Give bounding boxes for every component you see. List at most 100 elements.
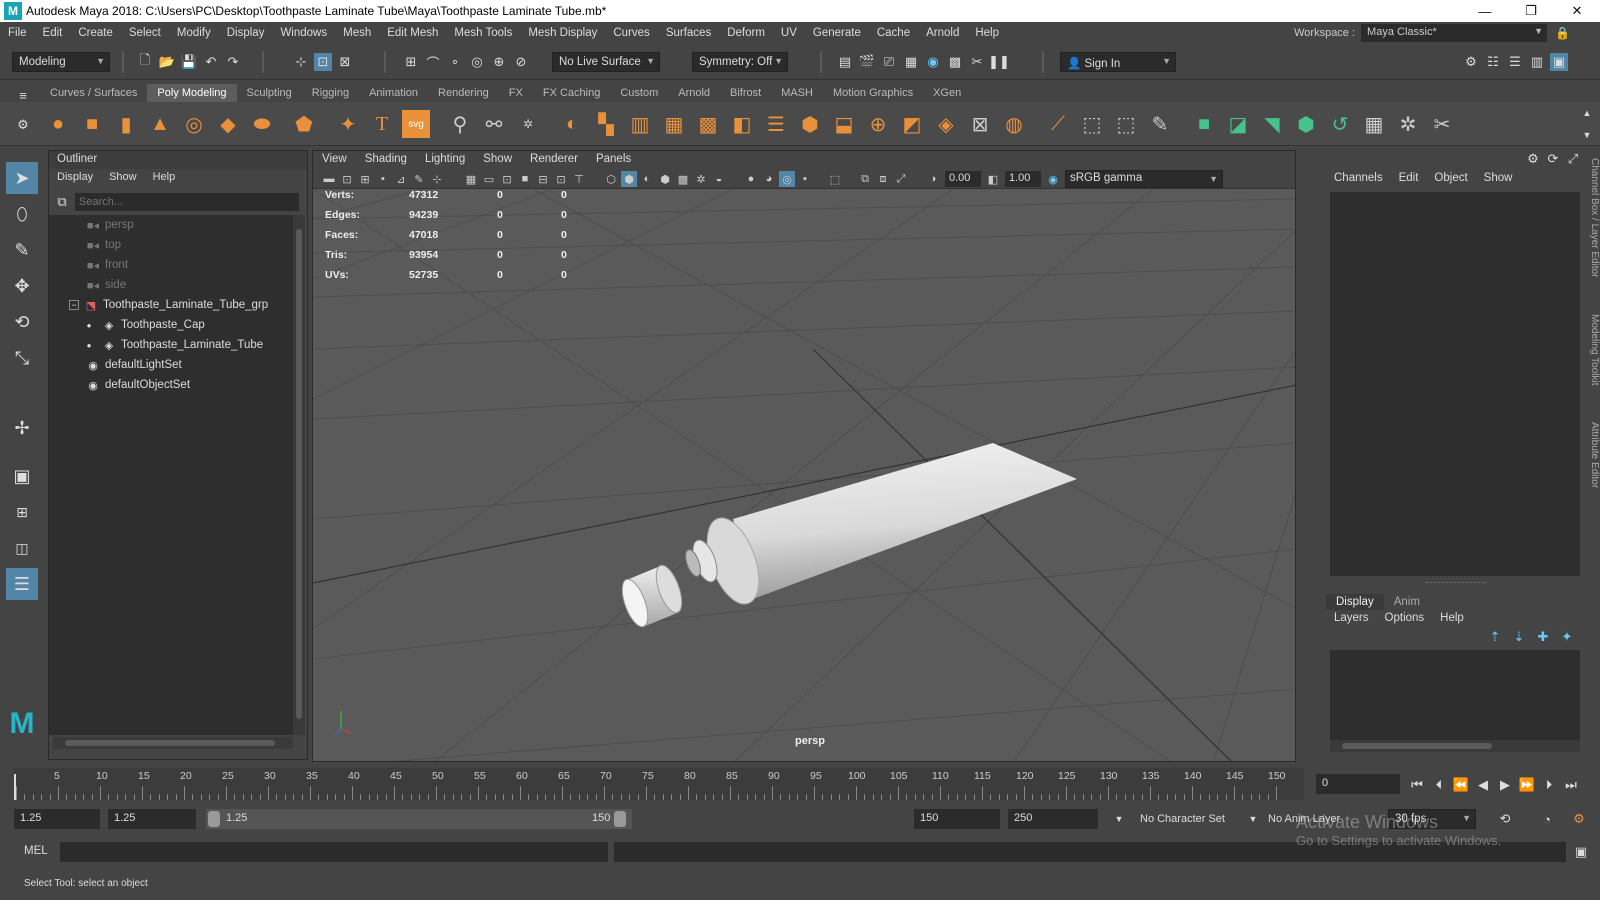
separate-icon[interactable]: ▚ (592, 110, 620, 138)
save-scene-icon[interactable]: 💾 (180, 53, 198, 71)
menu-mesh[interactable]: Mesh (335, 27, 379, 39)
wireframe-icon[interactable]: ⬡ (603, 171, 619, 187)
select-camera-icon[interactable]: ▬ (321, 171, 337, 187)
outliner-filter-icon[interactable]: ⧉ (53, 193, 71, 211)
select-object-icon[interactable]: ⊡ (314, 53, 332, 71)
resolution-gate-icon[interactable]: ⊡ (499, 171, 515, 187)
menu-uv[interactable]: UV (773, 27, 805, 39)
ambient-occlusion-icon[interactable]: ● (743, 171, 759, 187)
viewport-menu-panels[interactable]: Panels (587, 151, 640, 169)
outliner-item-side[interactable]: ■◂ side (49, 275, 293, 295)
menu-arnold[interactable]: Arnold (918, 27, 967, 39)
step-back-key-icon[interactable]: ⏪ (1452, 776, 1470, 794)
side-tab-modeling-toolkit[interactable]: Modeling Toolkit (1588, 314, 1600, 386)
auto-key-icon[interactable]: ◔ (1538, 810, 1556, 828)
poly-cube-icon[interactable]: ■ (78, 110, 106, 138)
layer-tab-display[interactable]: Display (1326, 594, 1384, 610)
outliner-vertical-scrollbar[interactable] (293, 215, 305, 735)
channel-menu-channels[interactable]: Channels (1326, 172, 1391, 184)
pause-viewport-icon[interactable]: ❚❚ (988, 53, 1010, 71)
poly-sphere-icon[interactable]: ● (44, 110, 72, 138)
outliner-item-persp[interactable]: ■◂ persp (49, 215, 293, 235)
connect-icon[interactable]: ✎ (1146, 110, 1174, 138)
new-layer-selected-icon[interactable]: ✦ (1558, 628, 1576, 646)
channel-box-settings-icon[interactable]: ⚙ (1524, 150, 1542, 168)
smooth-icon[interactable]: ▦ (660, 110, 688, 138)
select-component-icon[interactable]: ⊠ (336, 53, 354, 71)
side-tab-channel-box[interactable]: Channel Box / Layer Editor (1588, 158, 1600, 278)
snap-surface-icon[interactable]: ⊘ (512, 53, 530, 71)
layer-menu-layers[interactable]: Layers (1326, 612, 1377, 624)
auto-uv-icon[interactable]: ↺ (1326, 110, 1354, 138)
sew-uv-icon[interactable]: ✂ (1428, 110, 1456, 138)
workspace-dropdown[interactable]: Maya Classic* (1361, 24, 1548, 42)
outliner-item-default-light-set[interactable]: ◉ defaultLightSet (49, 355, 293, 375)
snap-point-icon[interactable]: ∘ (446, 53, 464, 71)
select-hierarchy-icon[interactable]: ⊹ (292, 53, 310, 71)
motion-blur-icon[interactable]: ◕ (761, 171, 777, 187)
viewport-menu-view[interactable]: View (313, 151, 356, 169)
animation-preferences-icon[interactable]: ⚙ (1570, 810, 1588, 828)
step-forward-frame-icon[interactable]: ⏵ (1540, 776, 1558, 794)
script-language-label[interactable]: MEL (24, 845, 48, 857)
shelf-tab-rendering[interactable]: Rendering (428, 84, 499, 102)
rotate-tool-icon[interactable]: ⟲ (6, 306, 38, 338)
symmetry-dropdown[interactable]: Symmetry: Off (692, 52, 788, 72)
grid-toggle-icon[interactable]: ▦ (463, 171, 479, 187)
menu-generate[interactable]: Generate (805, 27, 869, 39)
attribute-editor-icon[interactable]: ☷ (1484, 53, 1502, 71)
textured-icon[interactable]: ▩ (675, 171, 691, 187)
poly-plane-icon[interactable]: ◆ (214, 110, 242, 138)
shelf-tab-poly-modeling[interactable]: Poly Modeling (147, 84, 237, 102)
menu-help[interactable]: Help (967, 27, 1007, 39)
splitter-handle[interactable] (1426, 582, 1486, 585)
poly-torus-icon[interactable]: ◎ (180, 110, 208, 138)
fill-hole-icon[interactable]: ◩ (898, 110, 926, 138)
maximize-button[interactable]: ❐ (1508, 0, 1554, 22)
shelf-tab-animation[interactable]: Animation (359, 84, 428, 102)
snap-view-plane-icon[interactable]: ◎ (468, 53, 486, 71)
outliner-item-tube[interactable]: ● ◈ Toothpaste_Laminate_Tube (49, 335, 293, 355)
command-input[interactable] (60, 842, 608, 862)
live-surface-field[interactable]: No Live Surface (552, 52, 660, 72)
channel-list-area[interactable] (1330, 192, 1580, 576)
step-forward-key-icon[interactable]: ⏩ (1518, 776, 1536, 794)
playback-start-field[interactable]: 1.25 (108, 809, 196, 829)
shelf-tab-curves-surfaces[interactable]: Curves / Surfaces (40, 84, 147, 102)
bookmarks-icon[interactable]: ⊞ (357, 171, 373, 187)
outliner-menu-display[interactable]: Display (49, 169, 101, 187)
outliner-horizontal-scrollbar[interactable] (53, 737, 293, 749)
tool-settings-icon[interactable]: ☰ (1506, 53, 1524, 71)
outliner-menu-show[interactable]: Show (101, 169, 145, 187)
single-view-icon[interactable]: ▣ (6, 460, 38, 492)
menu-display[interactable]: Display (219, 27, 273, 39)
outliner-item-group[interactable]: − ⬔ Toothpaste_Laminate_Tube_grp (49, 295, 293, 315)
poly-cone-icon[interactable]: ▲ (146, 110, 174, 138)
viewport-menu-show[interactable]: Show (474, 151, 521, 169)
channel-menu-object[interactable]: Object (1426, 172, 1475, 184)
shelf-scroll-up-icon[interactable]: ▲ (1578, 104, 1596, 122)
viewport-panel[interactable]: View Shading Lighting Show Renderer Pane… (312, 150, 1296, 762)
exposure-icon[interactable]: ◑ (925, 171, 941, 187)
render-view-icon[interactable]: ▦ (902, 53, 920, 71)
shelf-tab-xgen[interactable]: XGen (923, 84, 971, 102)
move-tool-icon[interactable]: ✥ (6, 270, 38, 302)
quad-draw-icon[interactable]: ⬚ (1112, 110, 1140, 138)
anim-layer-arrow-icon[interactable]: ▼ (1244, 810, 1262, 828)
shelf-tab-sculpting[interactable]: Sculpting (237, 84, 302, 102)
outliner-item-cap[interactable]: ● ◈ Toothpaste_Cap (49, 315, 293, 335)
append-icon[interactable]: ⊕ (864, 110, 892, 138)
menu-file[interactable]: File (0, 27, 35, 39)
go-to-start-icon[interactable]: ⏮ (1408, 776, 1426, 794)
outliner-layout-icon[interactable]: ☰ (6, 568, 38, 600)
cylindrical-uv-icon[interactable]: ◥ (1258, 110, 1286, 138)
checker-icon[interactable]: ▦ (1360, 110, 1388, 138)
snap-grid-icon[interactable]: ⊞ (402, 53, 420, 71)
channel-menu-show[interactable]: Show (1476, 172, 1521, 184)
mirror-icon[interactable]: ◧ (728, 110, 756, 138)
target-weld-icon[interactable]: ⬚ (1078, 110, 1106, 138)
camera-attributes-icon[interactable]: ⊡ (339, 171, 355, 187)
xray-joints-icon[interactable]: ⤢ (893, 171, 909, 187)
play-forwards-icon[interactable]: ▶ (1496, 776, 1514, 794)
menu-mesh-tools[interactable]: Mesh Tools (446, 27, 520, 39)
